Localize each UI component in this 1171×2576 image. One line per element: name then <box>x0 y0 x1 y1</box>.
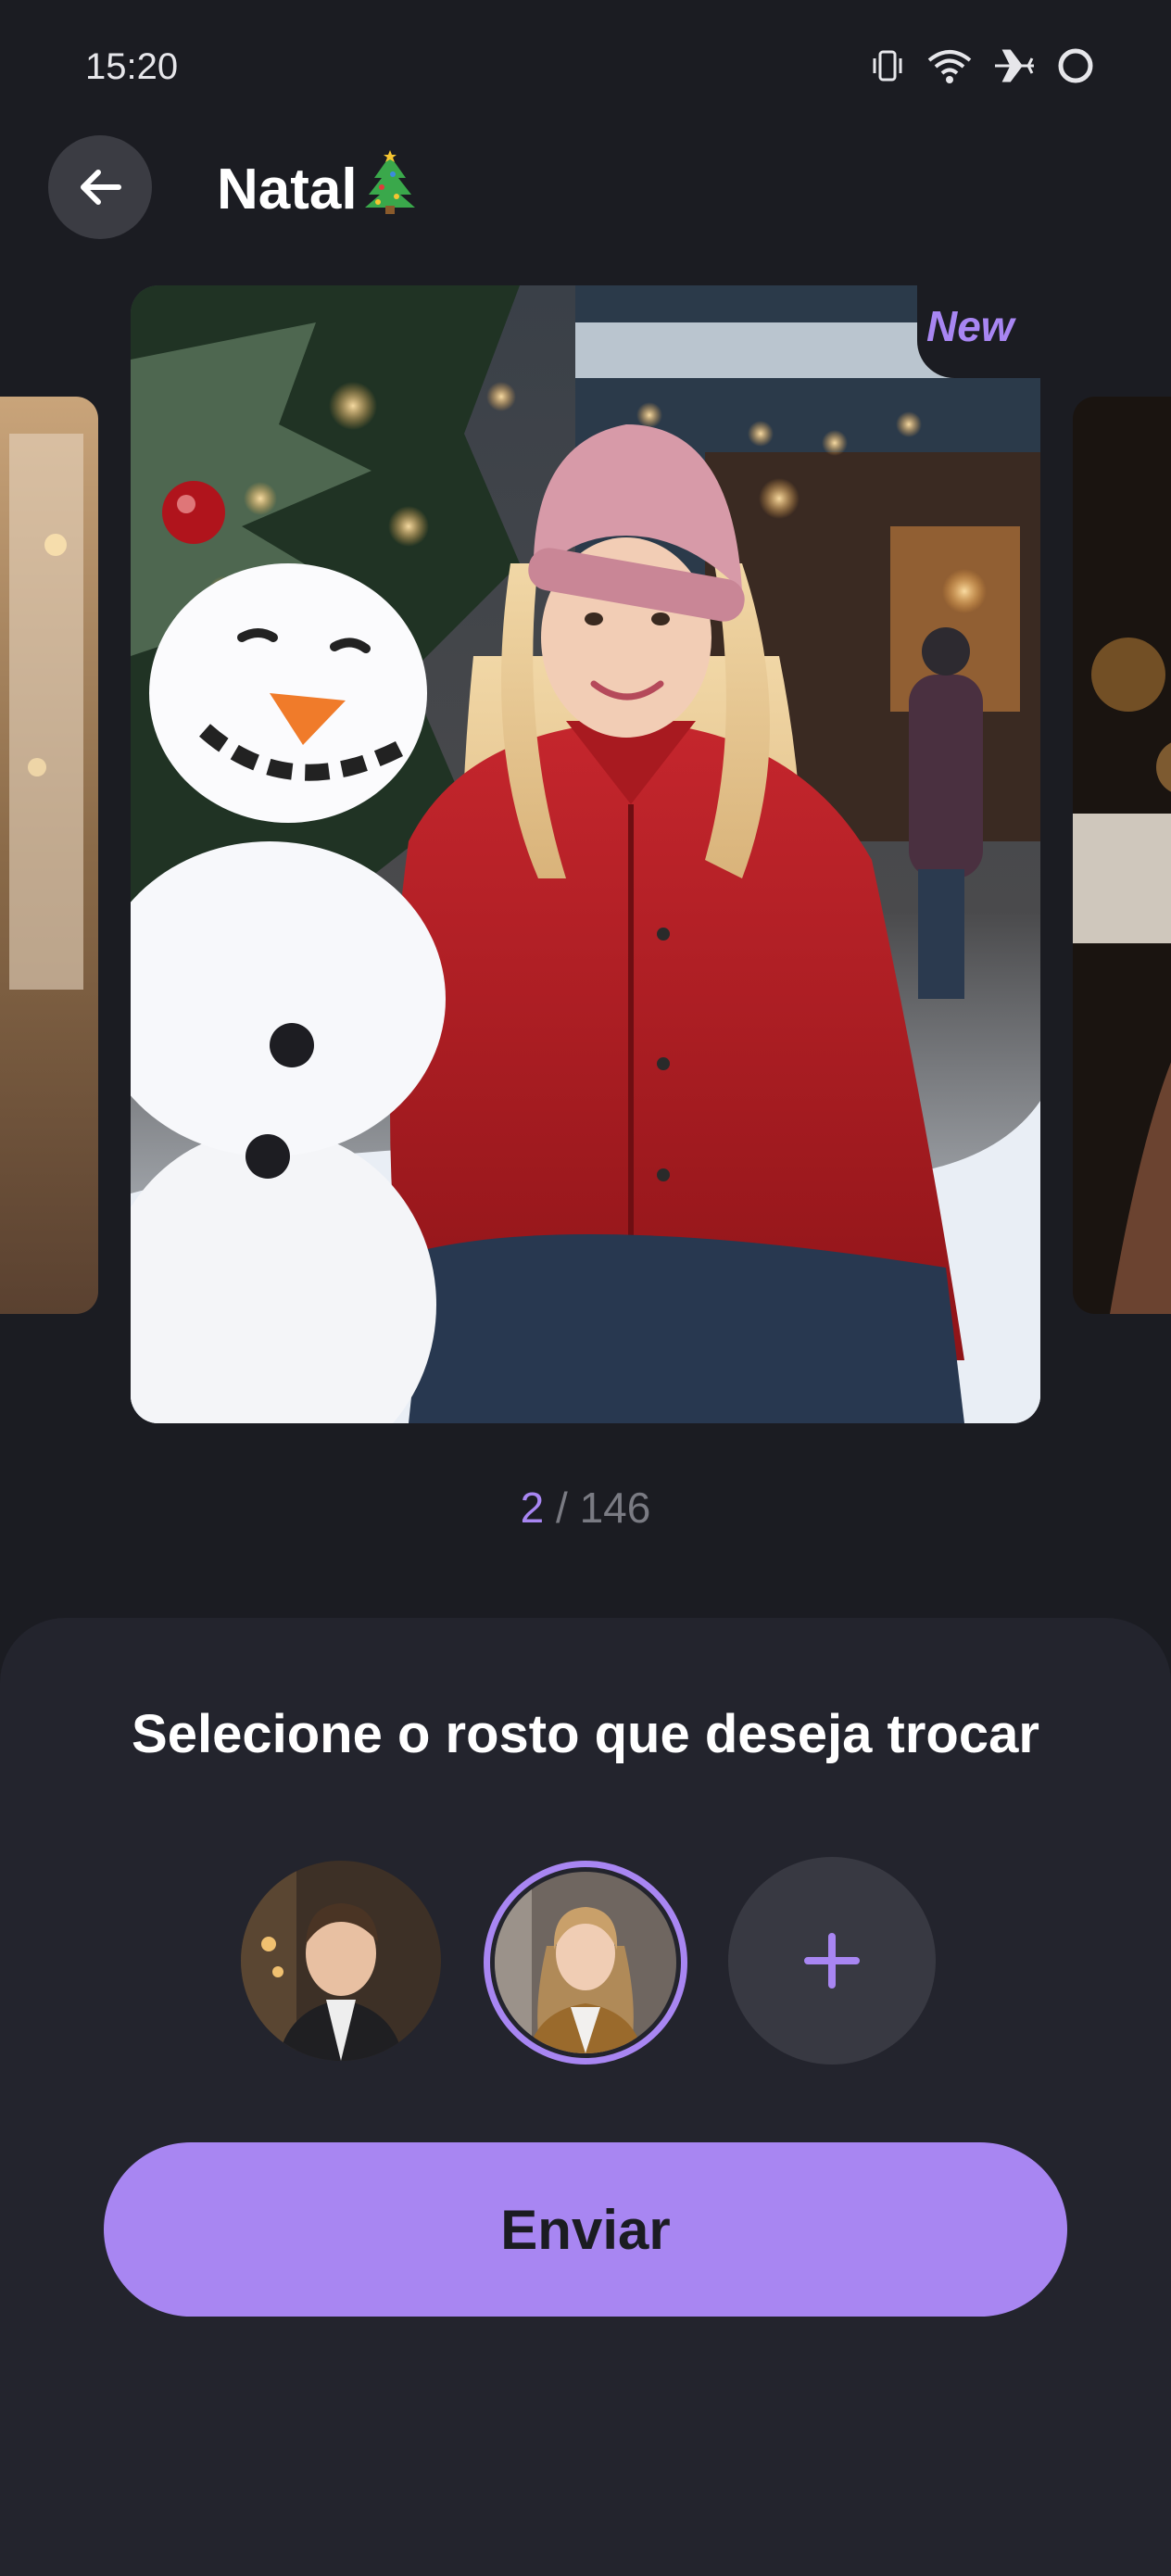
face-option-woman-selected[interactable] <box>484 1861 687 2065</box>
carousel-main-image[interactable] <box>131 285 1040 1423</box>
face-option-man[interactable] <box>241 1861 441 2061</box>
new-badge: New <box>926 302 1014 350</box>
status-bar: 15:20 <box>0 0 1171 139</box>
airplane-icon <box>993 47 1036 84</box>
carousel-pager: 2 / 146 <box>0 1483 1171 1533</box>
arrow-left-icon <box>81 170 121 205</box>
vibrate-icon <box>869 47 906 84</box>
carousel-prev-card[interactable] <box>0 397 98 1314</box>
plus-icon <box>804 1933 860 1989</box>
send-button[interactable]: Enviar <box>104 2142 1067 2317</box>
carousel-next-card[interactable] <box>1073 397 1171 1314</box>
battery-ring-icon <box>1056 46 1095 85</box>
pager-current: 2 <box>520 1484 545 1532</box>
pager-separator: / <box>556 1484 568 1532</box>
status-icons <box>869 46 1095 85</box>
face-man-avatar <box>241 1861 441 2061</box>
wifi-icon <box>926 47 973 84</box>
screen: 15:20 Natal New 2 / 146 Selecione o rost… <box>0 0 1171 2576</box>
pager-total: 146 <box>579 1484 651 1532</box>
sheet-title: Selecione o rosto que deseja trocar <box>132 1704 1039 1764</box>
page-title-text: Natal <box>217 158 358 221</box>
status-time: 15:20 <box>85 46 179 87</box>
christmas-tree-icon <box>361 150 419 229</box>
add-face-button[interactable] <box>728 1857 936 2065</box>
page-title: Natal <box>217 150 419 229</box>
face-woman-avatar <box>495 1872 676 2053</box>
back-button[interactable] <box>48 135 152 239</box>
